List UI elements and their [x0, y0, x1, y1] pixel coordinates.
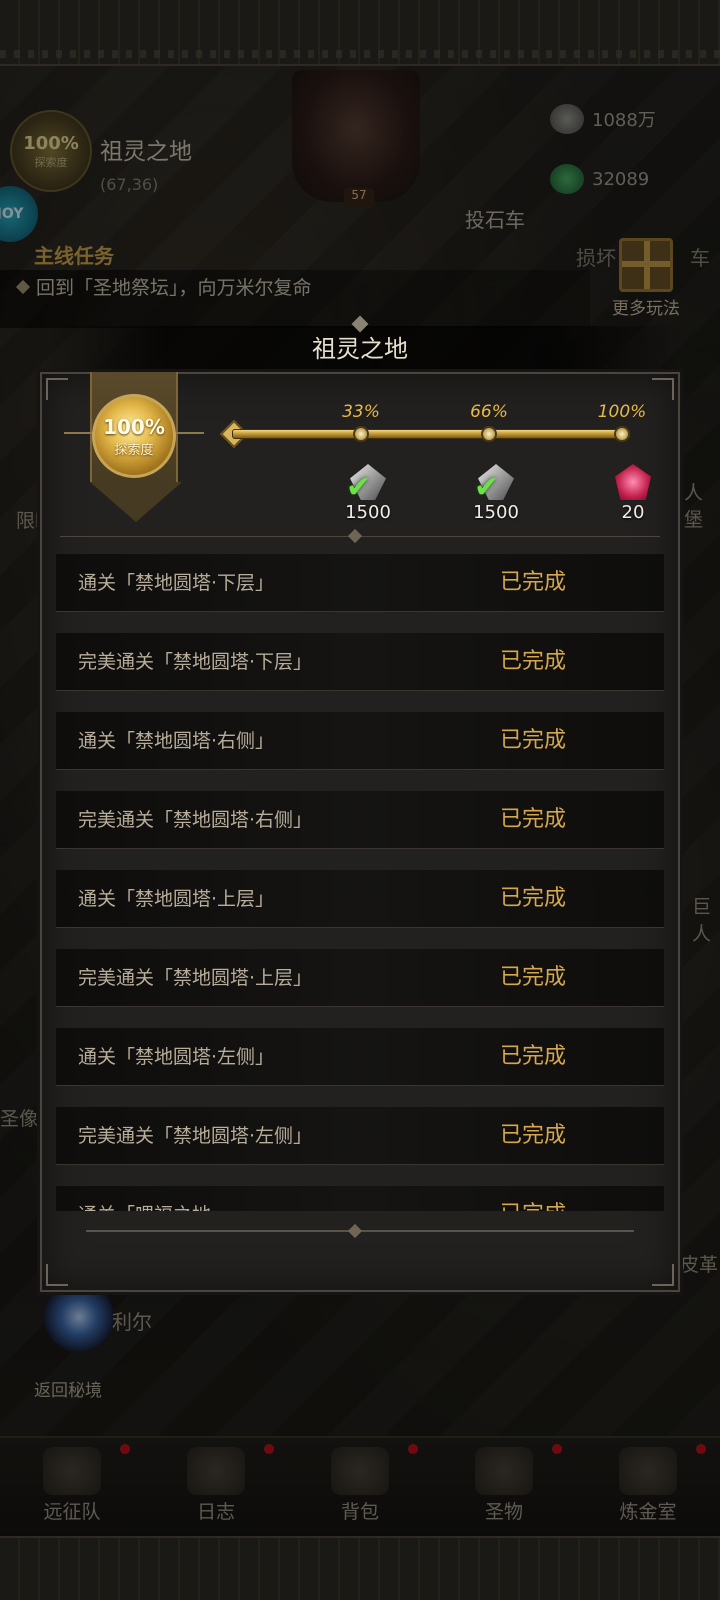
milestone-node-2 — [481, 426, 497, 442]
top-frame — [0, 0, 720, 66]
task-status: 已完成 — [500, 649, 567, 674]
task-row: 通关「喂福之地 已完成 — [56, 1186, 664, 1211]
milestone-reward-2[interactable]: ✔ 1500 — [466, 462, 526, 523]
milestone-reward-1[interactable]: ✔ 1500 — [338, 462, 398, 523]
task-list[interactable]: 通关「禁地圆塔·下层」 已完成 完美通关「禁地圆塔·下层」 已完成 通关「禁地圆… — [56, 554, 664, 1211]
corner-ornament — [652, 378, 674, 400]
check-icon: ✔ — [346, 470, 372, 505]
task-row: 通关「禁地圆塔·右侧」 已完成 — [56, 712, 664, 770]
reward-qty-1: 1500 — [345, 502, 391, 523]
task-status: 已完成 — [500, 965, 567, 990]
task-status: 已完成 — [500, 570, 567, 595]
bottom-frame — [0, 1536, 720, 1600]
milestone-label-3: 100% — [597, 402, 647, 422]
task-row: 通关「禁地圆塔·左侧」 已完成 — [56, 1028, 664, 1086]
milestone-label-2: 66% — [470, 402, 508, 422]
task-status: 已完成 — [500, 1186, 566, 1211]
ruby-crystal-icon — [615, 464, 651, 500]
check-icon: ✔ — [474, 470, 500, 505]
task-text: 完美通关「禁地圆塔·左侧」 — [78, 1125, 313, 1147]
task-text: 完美通关「禁地圆塔·上层」 — [78, 967, 313, 989]
exploration-progress-bar — [232, 429, 630, 439]
task-row: 完美通关「禁地圆塔·右侧」 已完成 — [56, 791, 664, 849]
task-text: 完美通关「禁地圆塔·右侧」 — [78, 809, 313, 831]
corner-ornament — [46, 1264, 68, 1286]
modal-title: 祖灵之地 — [312, 335, 408, 363]
milestone-node-1 — [353, 426, 369, 442]
task-row: 完美通关「禁地圆塔·上层」 已完成 — [56, 949, 664, 1007]
task-row: 通关「禁地圆塔·下层」 已完成 — [56, 554, 664, 612]
task-status: 已完成 — [500, 807, 567, 832]
task-status: 已完成 — [500, 886, 567, 911]
task-status: 已完成 — [500, 1044, 567, 1069]
corner-ornament — [46, 378, 68, 400]
task-text: 通关「禁地圆塔·上层」 — [78, 888, 275, 910]
task-text: 完美通关「禁地圆塔·下层」 — [78, 651, 313, 673]
milestone-label-1: 33% — [342, 402, 380, 422]
task-row: 完美通关「禁地圆塔·左侧」 已完成 — [56, 1107, 664, 1165]
milestone-reward-3[interactable]: 20 — [603, 462, 663, 523]
task-row: 通关「禁地圆塔·上层」 已完成 — [56, 870, 664, 928]
exploration-percent: 100% — [103, 414, 165, 439]
task-status: 已完成 — [500, 1123, 567, 1148]
task-text: 通关「禁地圆塔·下层」 — [78, 572, 275, 594]
task-row: 完美通关「禁地圆塔·下层」 已完成 — [56, 633, 664, 691]
task-text: 通关「禁地圆塔·左侧」 — [78, 1046, 275, 1068]
task-text: 通关「禁地圆塔·右侧」 — [78, 730, 275, 752]
exploration-banner: 100% 探索度 — [64, 372, 204, 524]
reward-qty-3: 20 — [621, 502, 645, 523]
task-status: 已完成 — [500, 728, 567, 753]
task-text: 通关「喂福之地 — [78, 1186, 211, 1211]
reward-qty-2: 1500 — [473, 502, 519, 523]
exploration-label: 探索度 — [114, 442, 154, 458]
corner-ornament — [652, 1264, 674, 1286]
exploration-orb: 100% 探索度 — [92, 394, 176, 478]
milestone-node-3 — [614, 426, 630, 442]
